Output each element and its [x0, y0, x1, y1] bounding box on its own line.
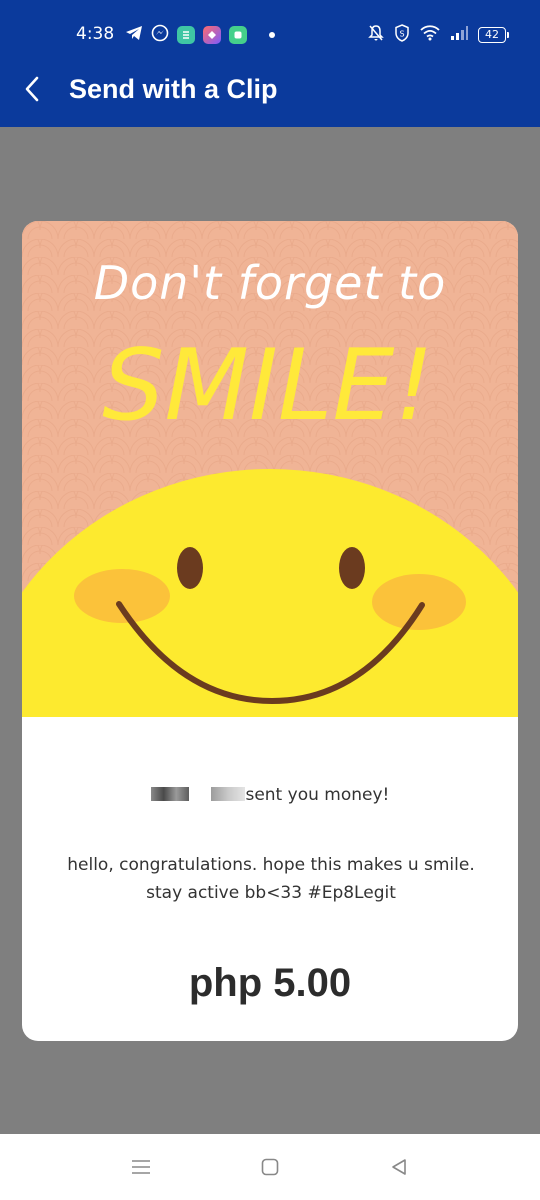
- telegram-icon: [125, 25, 143, 45]
- amount: php 5.00: [188, 961, 352, 1005]
- gift-message: hello, congratulations. hope this makes …: [67, 855, 475, 903]
- page-title: Send with a Clip: [69, 74, 278, 104]
- system-nav-bar: [0, 1134, 540, 1200]
- menu-nav-button[interactable]: [126, 1154, 156, 1184]
- app-icon-green: [177, 26, 195, 44]
- right-eye: [339, 547, 365, 589]
- clip-artwork: Don't forget to SMILE!: [22, 221, 518, 717]
- messenger-icon: [151, 24, 169, 46]
- system-icons: S 42: [368, 24, 509, 46]
- back-nav-button[interactable]: [384, 1154, 414, 1184]
- menu-icon: [131, 1159, 151, 1179]
- art-line-2: SMILE!: [102, 329, 433, 443]
- app-header: Send with a Clip: [0, 55, 540, 127]
- gift-card: Don't forget to SMILE! sent you money! h…: [22, 221, 518, 1041]
- home-icon: [261, 1158, 279, 1180]
- mute-icon: [368, 24, 384, 46]
- redacted-sender-first: [150, 787, 189, 801]
- left-eye: [177, 547, 203, 589]
- app-icon-teal: [229, 26, 247, 44]
- more-notifications-dot: [269, 32, 275, 38]
- sender-line: sent you money!: [22, 784, 518, 806]
- chevron-left-icon: [23, 75, 41, 107]
- back-icon: [390, 1158, 408, 1180]
- signal-icon: [450, 25, 468, 45]
- svg-text:S: S: [399, 30, 404, 39]
- left-cheek: [74, 569, 170, 623]
- notification-icons: [125, 24, 275, 46]
- app-icon-purple: [203, 26, 221, 44]
- right-cheek: [372, 574, 466, 630]
- art-line-1: Don't forget to: [94, 256, 447, 310]
- shield-icon: S: [394, 24, 410, 46]
- redacted-sender-last: [211, 787, 246, 801]
- back-button[interactable]: [14, 69, 50, 113]
- status-time: 4:38: [76, 24, 115, 44]
- sender-suffix: sent you money!: [245, 785, 390, 805]
- home-nav-button[interactable]: [255, 1154, 285, 1184]
- wifi-icon: [420, 25, 440, 45]
- battery-icon: 42: [478, 27, 509, 43]
- status-bar: 4:38 S 42: [0, 0, 540, 55]
